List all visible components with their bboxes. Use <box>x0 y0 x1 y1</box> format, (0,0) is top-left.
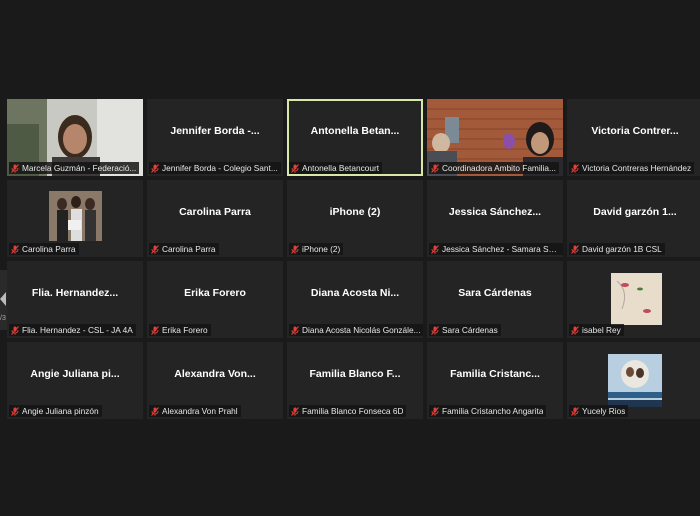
participant-display-name: Antonella Betan... <box>310 125 400 137</box>
participant-name-label: Alexandra Von Prahl <box>149 405 241 417</box>
participant-name-label: Jennifer Borda - Colegio Sant... <box>149 162 281 174</box>
participant-name: Jessica Sánchez - Samara San... <box>442 244 561 254</box>
participant-name-label: David garzón 1B CSL <box>569 243 665 255</box>
muted-microphone-icon <box>571 406 579 416</box>
chevron-left-icon <box>0 292 6 306</box>
muted-microphone-icon <box>431 163 439 173</box>
participant-tile[interactable]: Familia Blanco F... Familia Blanco Fonsec… <box>287 342 423 419</box>
participant-display-name: Familia Blanco F... <box>309 368 401 380</box>
participant-name-label: iPhone (2) <box>289 243 344 255</box>
participant-display-name: Flia. Hernandez... <box>31 287 119 299</box>
participant-tile[interactable]: iPhone (2) iPhone (2) <box>287 180 423 257</box>
muted-microphone-icon <box>151 406 159 416</box>
participant-name: Marcela Guzmán - Federació... <box>22 163 137 173</box>
participant-name: Victoria Contreras Hernández <box>582 163 692 173</box>
participant-tile[interactable]: Carolina Parra <box>7 180 143 257</box>
muted-microphone-icon <box>291 163 299 173</box>
participant-name-label: Familia Blanco Fonseca 6D <box>289 405 407 417</box>
participant-tile[interactable]: Coordinadora Ambito Familia... <box>427 99 563 176</box>
participant-tile[interactable]: Jennifer Borda -... Jennifer Borda - Cole… <box>147 99 283 176</box>
participant-name-label: Erika Forero <box>149 324 211 336</box>
participant-name-label: Sara Cárdenas <box>429 324 501 336</box>
participant-name: Diana Acosta Nicolás Gonzále... <box>302 325 421 335</box>
participant-display-name: Carolina Parra <box>179 206 251 218</box>
participant-name-label: Victoria Contreras Hernández <box>569 162 695 174</box>
participant-name-label: Flia. Hernandez - CSL - JA 4A <box>9 324 136 336</box>
muted-microphone-icon <box>11 406 19 416</box>
participant-name-label: Antonella Betancourt <box>289 162 383 174</box>
muted-microphone-icon <box>11 325 19 335</box>
participant-tile[interactable]: Victoria Contrer... Victoria Contreras He… <box>567 99 700 176</box>
participant-display-name: David garzón 1... <box>593 206 677 218</box>
participant-tile[interactable]: Jessica Sánchez... Jessica Sánchez - Sama… <box>427 180 563 257</box>
participant-display-name: Jessica Sánchez... <box>448 206 542 218</box>
participant-name-label: Angie Juliana pinzón <box>9 405 102 417</box>
participant-name: David garzón 1B CSL <box>582 244 662 254</box>
participant-name: Familia Blanco Fonseca 6D <box>302 406 404 416</box>
muted-microphone-icon <box>291 244 299 254</box>
participant-display-name: Victoria Contrer... <box>591 125 679 137</box>
participant-tile[interactable]: Erika Forero Erika Forero <box>147 261 283 338</box>
participant-name: iPhone (2) <box>302 244 341 254</box>
participant-tile[interactable]: Antonella Betan... Antonella Betancourt <box>287 99 423 176</box>
participant-tile[interactable]: isabel Rey <box>567 261 700 338</box>
participant-name-label: Carolina Parra <box>149 243 219 255</box>
participant-tile[interactable]: Marcela Guzmán - Federació... <box>7 99 143 176</box>
participant-name: Angie Juliana pinzón <box>22 406 99 416</box>
muted-microphone-icon <box>431 406 439 416</box>
participant-name-label: isabel Rey <box>569 324 624 336</box>
participant-name: Erika Forero <box>162 325 208 335</box>
muted-microphone-icon <box>11 163 19 173</box>
participant-name: Familia Cristancho Angarita <box>442 406 544 416</box>
participant-tile[interactable]: Flia. Hernandez... Flia. Hernandez - CSL … <box>7 261 143 338</box>
participant-name-label: Carolina Parra <box>9 243 79 255</box>
muted-microphone-icon <box>571 325 579 335</box>
page-indicator: /3 <box>0 315 6 322</box>
participant-name: Sara Cárdenas <box>442 325 498 335</box>
participant-name-label: Yucely Rios <box>569 405 629 417</box>
participant-name: Jennifer Borda - Colegio Sant... <box>162 163 278 173</box>
participant-display-name: Sara Cárdenas <box>458 287 532 299</box>
gallery-grid: Marcela Guzmán - Federació... Jennifer Bo… <box>7 99 700 419</box>
participant-name: Alexandra Von Prahl <box>162 406 238 416</box>
participant-name-label: Coordinadora Ambito Familia... <box>429 162 559 174</box>
muted-microphone-icon <box>571 244 579 254</box>
participant-tile[interactable]: Sara Cárdenas Sara Cárdenas <box>427 261 563 338</box>
participant-name: Carolina Parra <box>162 244 216 254</box>
participant-name: Yucely Rios <box>582 406 626 416</box>
muted-microphone-icon <box>431 244 439 254</box>
participant-tile[interactable]: Carolina Parra Carolina Parra <box>147 180 283 257</box>
participant-display-name: Familia Cristanc... <box>450 368 540 380</box>
participant-name: isabel Rey <box>582 325 621 335</box>
participant-name: Carolina Parra <box>22 244 76 254</box>
participant-tile[interactable]: David garzón 1... David garzón 1B CSL <box>567 180 700 257</box>
participant-tile[interactable]: Angie Juliana pi... Angie Juliana pinzón <box>7 342 143 419</box>
participant-name: Flia. Hernandez - CSL - JA 4A <box>22 325 133 335</box>
participant-display-name: Diana Acosta Ni... <box>310 287 400 299</box>
participant-tile[interactable]: Familia Cristanc... Familia Cristancho An… <box>427 342 563 419</box>
muted-microphone-icon <box>431 325 439 335</box>
participant-name-label: Marcela Guzmán - Federació... <box>9 162 140 174</box>
muted-microphone-icon <box>151 325 159 335</box>
participant-name-label: Familia Cristancho Angarita <box>429 405 547 417</box>
muted-microphone-icon <box>11 244 19 254</box>
participant-name-label: Diana Acosta Nicolás Gonzále... <box>289 324 423 336</box>
muted-microphone-icon <box>151 163 159 173</box>
muted-microphone-icon <box>291 325 299 335</box>
muted-microphone-icon <box>571 163 579 173</box>
muted-microphone-icon <box>291 406 299 416</box>
participant-name: Coordinadora Ambito Familia... <box>442 163 556 173</box>
participant-display-name: Alexandra Von... <box>174 368 256 380</box>
participant-display-name: Erika Forero <box>184 287 246 299</box>
muted-microphone-icon <box>151 244 159 254</box>
participant-display-name: Angie Juliana pi... <box>30 368 120 380</box>
participant-display-name: iPhone (2) <box>329 206 381 218</box>
participant-tile[interactable]: Alexandra Von... Alexandra Von Prahl <box>147 342 283 419</box>
participant-name-label: Jessica Sánchez - Samara San... <box>429 243 563 255</box>
participant-tile[interactable]: Yucely Rios <box>567 342 700 419</box>
participant-tile[interactable]: Diana Acosta Ni... Diana Acosta Nicolás G… <box>287 261 423 338</box>
participant-name: Antonella Betancourt <box>302 163 380 173</box>
participant-display-name: Jennifer Borda -... <box>170 125 260 137</box>
